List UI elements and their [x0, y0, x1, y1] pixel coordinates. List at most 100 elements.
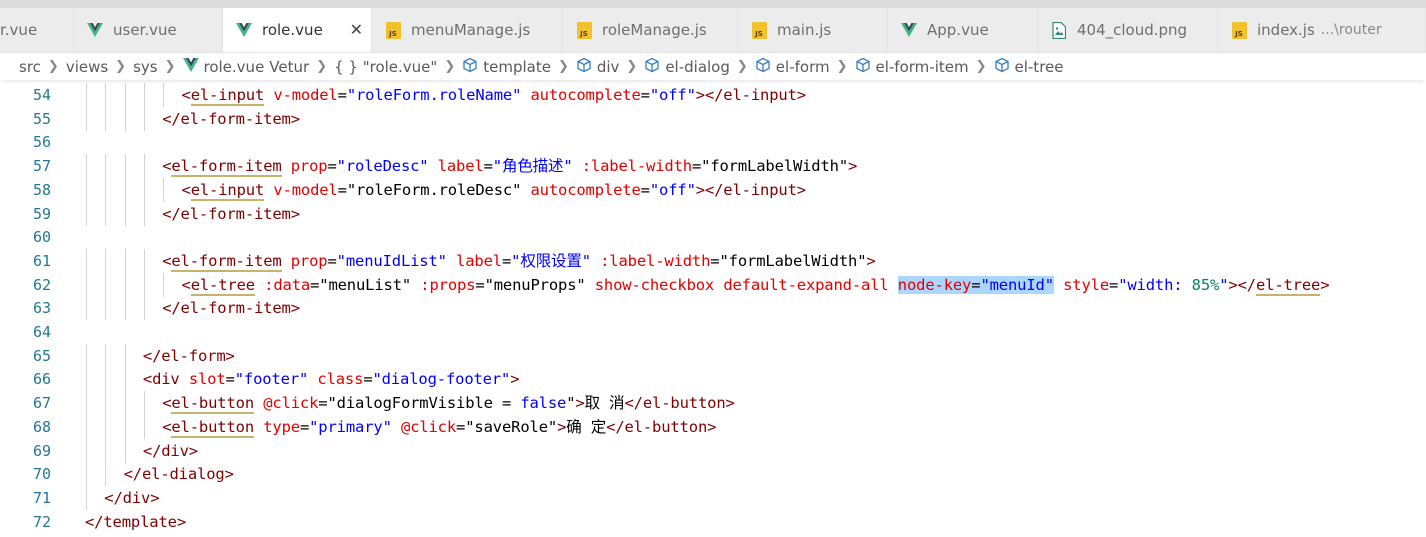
code-text[interactable]: </template> — [85, 510, 186, 534]
code-text[interactable]: <el-tree :data="menuList" :props="menuPr… — [182, 273, 1330, 297]
code-line: 72 </template> — [0, 510, 1426, 534]
code-text[interactable]: <div slot="footer" class="dialog-footer"… — [143, 367, 520, 391]
close-icon[interactable]: ✕ — [350, 20, 363, 39]
code-token: "formLabelWidth" — [701, 157, 849, 176]
symbol-cube-icon — [576, 57, 592, 77]
breadcrumb-label: Vetur — [269, 57, 310, 76]
tab-user-vue[interactable]: user.vue — [74, 8, 223, 52]
chevron-right-icon: ❯ — [557, 59, 569, 74]
indent-guide — [124, 154, 126, 179]
breadcrumb-label: el-dialog — [665, 57, 730, 76]
breadcrumb-item[interactable]: el-form — [755, 57, 830, 77]
code-token: </el-form-item> — [162, 109, 300, 128]
code-token: style — [1063, 275, 1110, 294]
code-text[interactable]: <el-input v-model="roleForm.roleDesc" au… — [182, 178, 806, 202]
code-token: el-tree — [1255, 275, 1321, 296]
code-text[interactable]: <el-form-item prop="roleDesc" label="角色描… — [162, 154, 857, 178]
code-token: prop — [290, 157, 328, 176]
code-token: > — [557, 417, 567, 436]
image-icon — [1050, 21, 1068, 39]
line-number: 61 — [32, 251, 51, 270]
breadcrumb-item[interactable]: role.vue — [182, 57, 264, 76]
code-token: el-button — [171, 394, 255, 415]
tab-label: menuManage.js — [411, 21, 531, 39]
breadcrumb-item[interactable]: sys — [133, 58, 158, 76]
breadcrumb-item[interactable]: div — [576, 57, 619, 77]
tab-main-js[interactable]: JS main.js — [738, 8, 888, 52]
code-text[interactable]: <el-button type="primary" @click="saveRo… — [162, 415, 716, 439]
code-text[interactable]: <el-button @click="dialogFormVisible = f… — [162, 391, 735, 415]
code-token: el-tree — [190, 275, 255, 296]
chevron-right-icon: ❯ — [47, 59, 59, 74]
code-line: 65 </el-form> — [0, 343, 1426, 368]
code-token: "menuList" — [319, 275, 412, 294]
code-token: "roleForm.roleDesc" — [346, 180, 522, 199]
breadcrumb-item[interactable]: el-dialog — [644, 57, 730, 77]
indent-guide — [105, 438, 107, 463]
breadcrumb-item[interactable]: template — [462, 57, 551, 77]
breadcrumb-item[interactable]: Vetur — [269, 58, 309, 76]
code-token: 85% — [1191, 275, 1220, 294]
code-text[interactable]: </el-form-item> — [162, 296, 300, 320]
code-token: "menuId" — [980, 275, 1054, 294]
indent-guide — [86, 201, 87, 226]
code-line: 70 </el-dialog> — [0, 462, 1426, 487]
code-text[interactable]: </div> — [104, 486, 159, 510]
code-token: "roleDesc" — [336, 157, 429, 176]
breadcrumb-label: sys — [133, 57, 158, 76]
code-token: :props — [420, 275, 476, 294]
indent-guide — [105, 391, 107, 416]
code-token: "formLabelWidth" — [719, 251, 867, 270]
code-editor[interactable]: 54 <el-input v-model="roleForm.roleName" … — [0, 82, 1426, 537]
code-token: </div> — [104, 488, 160, 507]
breadcrumb-item[interactable]: src — [19, 58, 41, 76]
code-text[interactable]: </el-form> — [143, 344, 235, 368]
code-line: 59 </el-form-item> — [0, 201, 1426, 226]
indent-guide — [86, 106, 87, 131]
line-number: 58 — [32, 180, 51, 199]
code-token: default-expand-all — [723, 275, 889, 294]
code-token: = — [475, 275, 485, 294]
tab-app-vue[interactable]: App.vue — [888, 8, 1038, 52]
tab-label: App.vue — [927, 21, 989, 39]
code-token: = — [225, 370, 235, 389]
code-token: autocomplete — [530, 86, 641, 104]
breadcrumb-item[interactable]: views — [66, 58, 108, 76]
breadcrumb-item[interactable]: { } "role.vue" — [334, 58, 437, 76]
code-token: </div> — [142, 441, 198, 460]
code-line: 58 <el-input v-model="roleForm.roleDesc" … — [0, 177, 1426, 202]
breadcrumb-label: src — [19, 57, 41, 76]
tab-menumanage-js[interactable]: JS menuManage.js — [372, 8, 563, 52]
tab-r-vue[interactable]: r.vue — [0, 8, 74, 52]
tab-index-js[interactable]: JS index.js ...\router — [1218, 8, 1426, 52]
code-line: 57 <el-form-item prop="roleDesc" label="角… — [0, 154, 1426, 179]
code-token: "角色描述" — [492, 157, 573, 176]
code-text[interactable]: <el-input v-model="roleForm.roleName" au… — [182, 83, 806, 107]
breadcrumb-item[interactable]: el-form-item — [855, 57, 969, 77]
tab-404-cloud-png[interactable]: 404_cloud.png — [1038, 8, 1218, 52]
code-token: @click — [263, 394, 319, 413]
tab-role-vue[interactable]: role.vue ✕ — [223, 8, 372, 52]
code-text[interactable]: <el-form-item prop="menuIdList" label="权… — [162, 249, 876, 273]
code-line: 56 — [0, 130, 1426, 154]
breadcrumb-item[interactable]: el-tree — [994, 57, 1063, 77]
indent-guide — [143, 201, 145, 226]
code-token: = — [640, 86, 650, 104]
chevron-right-icon: ❯ — [736, 59, 748, 74]
code-token: > — [575, 394, 585, 413]
tab-rolemanage-js[interactable]: JS roleManage.js — [563, 8, 738, 52]
chevron-right-icon: ❯ — [444, 59, 456, 74]
chevron-right-icon: ❯ — [115, 59, 127, 74]
code-text[interactable]: </el-form-item> — [162, 202, 300, 226]
js-icon: JS — [750, 21, 768, 39]
js-badge-label: JS — [1231, 21, 1247, 39]
code-text[interactable]: </div> — [143, 439, 198, 463]
indent-guide — [86, 248, 87, 273]
code-text[interactable]: </el-form-item> — [162, 107, 300, 131]
code-text[interactable]: </el-dialog> — [124, 462, 234, 486]
tab-label: role.vue — [262, 21, 323, 39]
